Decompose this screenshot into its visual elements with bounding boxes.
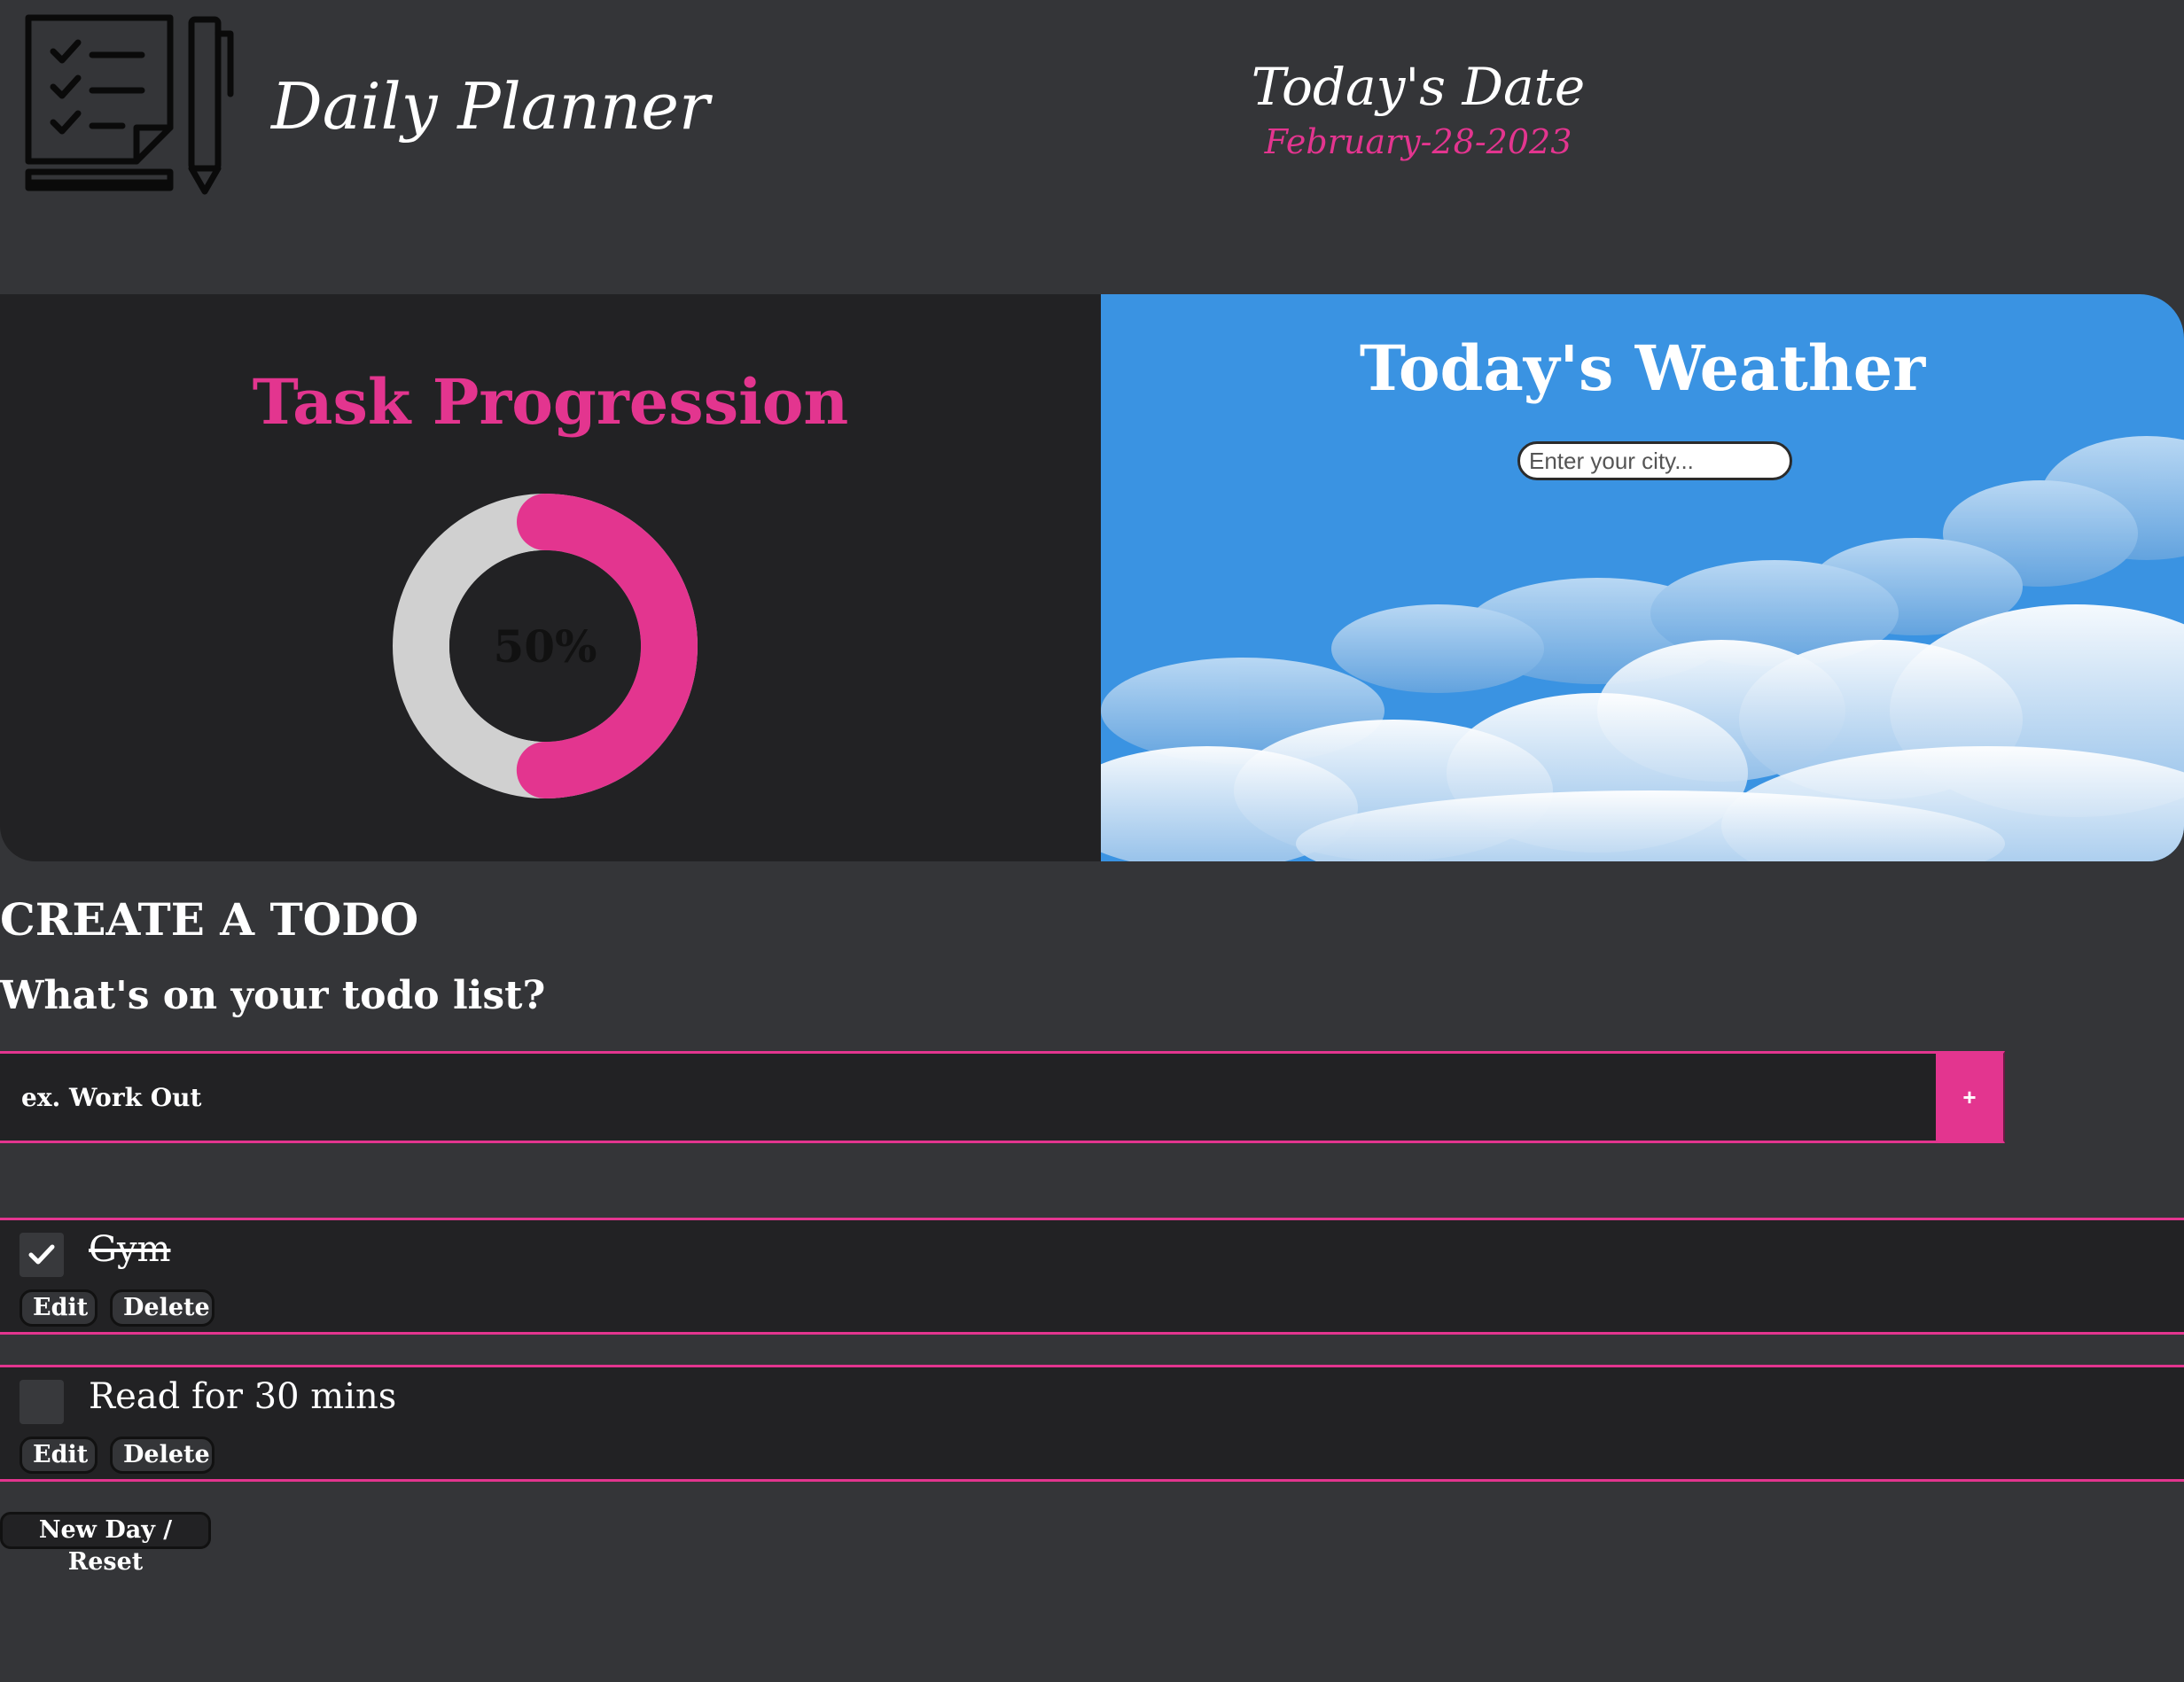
create-todo-subheading: What's on your todo list? [0,973,546,1018]
delete-button[interactable]: Delete [110,1437,214,1474]
weather-panel: Today's Weather [1101,294,2184,861]
date-value: February-28-2023 [1264,122,1572,161]
todo-text: Read for 30 mins [89,1376,397,1417]
add-todo-button[interactable]: + [1936,1054,2003,1141]
todo-item: Read for 30 mins Edit Delete [0,1365,2184,1482]
progress-title: Task Progression [252,365,849,439]
progress-percent-label: 50% [493,619,597,673]
delete-button[interactable]: Delete [110,1289,214,1327]
city-input[interactable] [1517,441,1792,480]
task-progress-panel: Task Progression 50% [0,294,1101,861]
todo-text: Gym [89,1229,171,1270]
create-todo-heading: CREATE A TODO [0,893,419,946]
todo-checkbox[interactable] [20,1380,64,1424]
app-title: Daily Planner [271,69,710,144]
new-day-reset-button[interactable]: New Day / Reset [0,1512,211,1576]
todo-item: Gym Edit Delete [0,1218,2184,1335]
weather-title: Today's Weather [1359,331,1926,405]
checkmark-icon [28,1244,55,1265]
date-heading: Today's Date [1251,57,1586,117]
edit-button[interactable]: Edit [20,1437,98,1474]
checklist-notepad-pen-icon [25,14,234,195]
edit-button[interactable]: Edit [20,1289,98,1327]
todo-checkbox[interactable] [20,1233,64,1277]
date-block: Today's Date February-28-2023 [1188,57,1649,161]
todo-input[interactable] [0,1054,1936,1141]
todo-form: + [0,1051,2005,1143]
